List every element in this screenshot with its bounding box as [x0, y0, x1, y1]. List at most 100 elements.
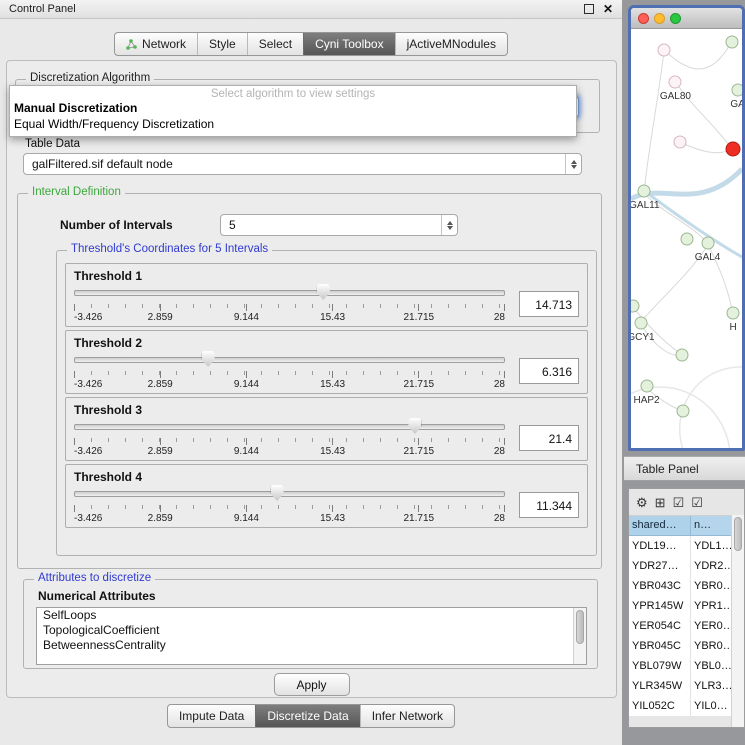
- network-node[interactable]: [676, 348, 689, 361]
- slider-major-ticks: [74, 505, 505, 512]
- network-node-label: GAL80: [660, 91, 691, 102]
- list-items: SelfLoopsTopologicalCoefficientBetweenne…: [37, 608, 586, 653]
- threshold-slider[interactable]: -3.4262.8599.14415.4321.71528: [74, 418, 505, 458]
- table-row[interactable]: YIL052CYIL0…: [629, 696, 733, 716]
- attribute-list-item[interactable]: TopologicalCoefficient: [37, 623, 586, 638]
- tab-network[interactable]: Network: [115, 33, 197, 55]
- dropdown-item-manual-discretization[interactable]: Manual Discretization: [10, 100, 576, 116]
- apply-button[interactable]: Apply: [273, 673, 349, 696]
- network-node[interactable]: [677, 405, 690, 418]
- tab-discretize-data[interactable]: Discretize Data: [255, 705, 359, 727]
- threshold-slider[interactable]: -3.4262.8599.14415.4321.71528: [74, 351, 505, 391]
- threshold-value-field[interactable]: 21.4: [519, 425, 579, 451]
- table-row[interactable]: YBR043CYBR0…: [629, 576, 733, 596]
- threshold-value-field[interactable]: 11.344: [519, 492, 579, 518]
- table-row[interactable]: YPR145WYPR1…: [629, 596, 733, 616]
- scale-tick-label: 21.715: [404, 379, 435, 390]
- slider-track[interactable]: [74, 424, 505, 430]
- list-scrollbar[interactable]: [573, 608, 586, 664]
- threshold-slider[interactable]: -3.4262.8599.14415.4321.71528: [74, 485, 505, 525]
- slider-thumb[interactable]: [271, 485, 284, 501]
- table-row[interactable]: YLR345WYLR3…: [629, 676, 733, 696]
- slider-major-ticks: [74, 371, 505, 378]
- zoom-button[interactable]: [670, 13, 681, 24]
- close-button[interactable]: [638, 13, 649, 24]
- table-cell: YBL079W: [629, 656, 691, 676]
- tab-cyni-toolbox[interactable]: Cyni Toolbox: [303, 33, 394, 55]
- slider-track[interactable]: [74, 290, 505, 296]
- scale-tick-label: 28: [494, 379, 505, 390]
- slider-scale-labels: -3.4262.8599.14415.4321.71528: [74, 513, 505, 525]
- dropdown-item-equal-width-frequency[interactable]: Equal Width/Frequency Discretization: [10, 116, 576, 132]
- float-window-icon[interactable]: [584, 4, 594, 14]
- thresholds-group-title: Threshold's Coordinates for 5 Intervals: [67, 243, 272, 255]
- scale-tick-label: -3.426: [74, 513, 102, 524]
- network-node[interactable]: [731, 83, 744, 96]
- slider-thumb[interactable]: [317, 284, 330, 300]
- thresholds-container: Threshold 1 -3.4262.8599.14415.4321.7152…: [65, 263, 588, 531]
- tab-impute-data[interactable]: Impute Data: [168, 705, 255, 727]
- column-header[interactable]: n…: [691, 516, 733, 536]
- table-data-select[interactable]: galFiltered.sif default node: [23, 153, 582, 175]
- attribute-list-item[interactable]: SelfLoops: [37, 608, 586, 623]
- columns-icon[interactable]: ⊞: [655, 496, 666, 509]
- tab-infer-network[interactable]: Infer Network: [360, 705, 454, 727]
- scale-tick-label: -3.426: [74, 446, 102, 457]
- table-row[interactable]: YER054CYER0…: [629, 616, 733, 636]
- slider-track[interactable]: [74, 491, 505, 497]
- threshold-slider[interactable]: -3.4262.8599.14415.4321.71528: [74, 284, 505, 324]
- network-node[interactable]: [701, 237, 714, 250]
- network-node[interactable]: [726, 35, 739, 48]
- scale-tick-label: -3.426: [74, 379, 102, 390]
- network-window-titlebar: [631, 8, 742, 29]
- attribute-list-item[interactable]: BetweennessCentrality: [37, 638, 586, 653]
- scrollbar-thumb[interactable]: [576, 610, 584, 644]
- table-cell: YBR0…: [691, 636, 733, 656]
- scale-tick-label: 15.43: [320, 513, 345, 524]
- gear-icon[interactable]: ⚙: [636, 496, 648, 509]
- attributes-to-discretize-group: Attributes to discretize Numerical Attri…: [23, 579, 598, 669]
- table-row[interactable]: YBR045CYBR0…: [629, 636, 733, 656]
- network-node[interactable]: [727, 306, 740, 319]
- tab-jactivemnodules[interactable]: jActiveMNodules: [395, 33, 507, 55]
- scale-tick-label: 21.715: [404, 446, 435, 457]
- numerical-attributes-list[interactable]: SelfLoopsTopologicalCoefficientBetweenne…: [36, 607, 587, 665]
- slider-thumb[interactable]: [202, 351, 215, 367]
- scrollbar-thumb[interactable]: [734, 517, 742, 551]
- threshold-value-field[interactable]: 6.316: [519, 358, 579, 384]
- network-node[interactable]: [673, 136, 686, 149]
- network-node[interactable]: [669, 75, 682, 88]
- select-all-checkbox-icon[interactable]: ☑: [673, 496, 685, 509]
- number-of-intervals-select[interactable]: 5: [220, 214, 458, 236]
- network-node[interactable]: [638, 184, 651, 197]
- scale-tick-label: 15.43: [320, 379, 345, 390]
- table-header-row: shared…n…: [629, 516, 733, 536]
- table-row[interactable]: YDR27…YDR2…: [629, 556, 733, 576]
- table-panel-header: Table Panel: [624, 456, 745, 481]
- tab-select[interactable]: Select: [247, 33, 303, 55]
- table-cell: YIL052C: [629, 696, 691, 716]
- network-node[interactable]: [726, 141, 741, 156]
- table-row[interactable]: YDL19…YDL1…: [629, 536, 733, 556]
- network-node[interactable]: [680, 233, 693, 246]
- minimize-button[interactable]: [654, 13, 665, 24]
- scale-tick-label: 2.859: [148, 446, 173, 457]
- network-canvas[interactable]: GAL80GAGAL11GAL4HGCY1HAP2: [631, 29, 742, 449]
- network-node[interactable]: [634, 317, 647, 330]
- column-header[interactable]: shared…: [629, 516, 691, 536]
- table-scrollbar[interactable]: [731, 515, 744, 727]
- threshold-value-field[interactable]: 14.713: [519, 291, 579, 317]
- threshold-panel: Threshold 2 -3.4262.8599.14415.4321.7152…: [65, 330, 588, 394]
- table-row[interactable]: YBL079WYBL0…: [629, 656, 733, 676]
- network-node[interactable]: [658, 44, 671, 57]
- network-node[interactable]: [640, 380, 653, 393]
- scale-tick-label: 28: [494, 312, 505, 323]
- slider-track[interactable]: [74, 357, 505, 363]
- window-title: Control Panel: [9, 3, 76, 15]
- thresholds-group: Threshold's Coordinates for 5 Intervals …: [56, 250, 597, 556]
- table-cell: YPR145W: [629, 596, 691, 616]
- slider-thumb[interactable]: [408, 418, 421, 434]
- tab-style[interactable]: Style: [197, 33, 247, 55]
- close-window-icon[interactable]: ✕: [603, 3, 613, 15]
- select-column-checkbox-icon[interactable]: ☑: [691, 496, 703, 509]
